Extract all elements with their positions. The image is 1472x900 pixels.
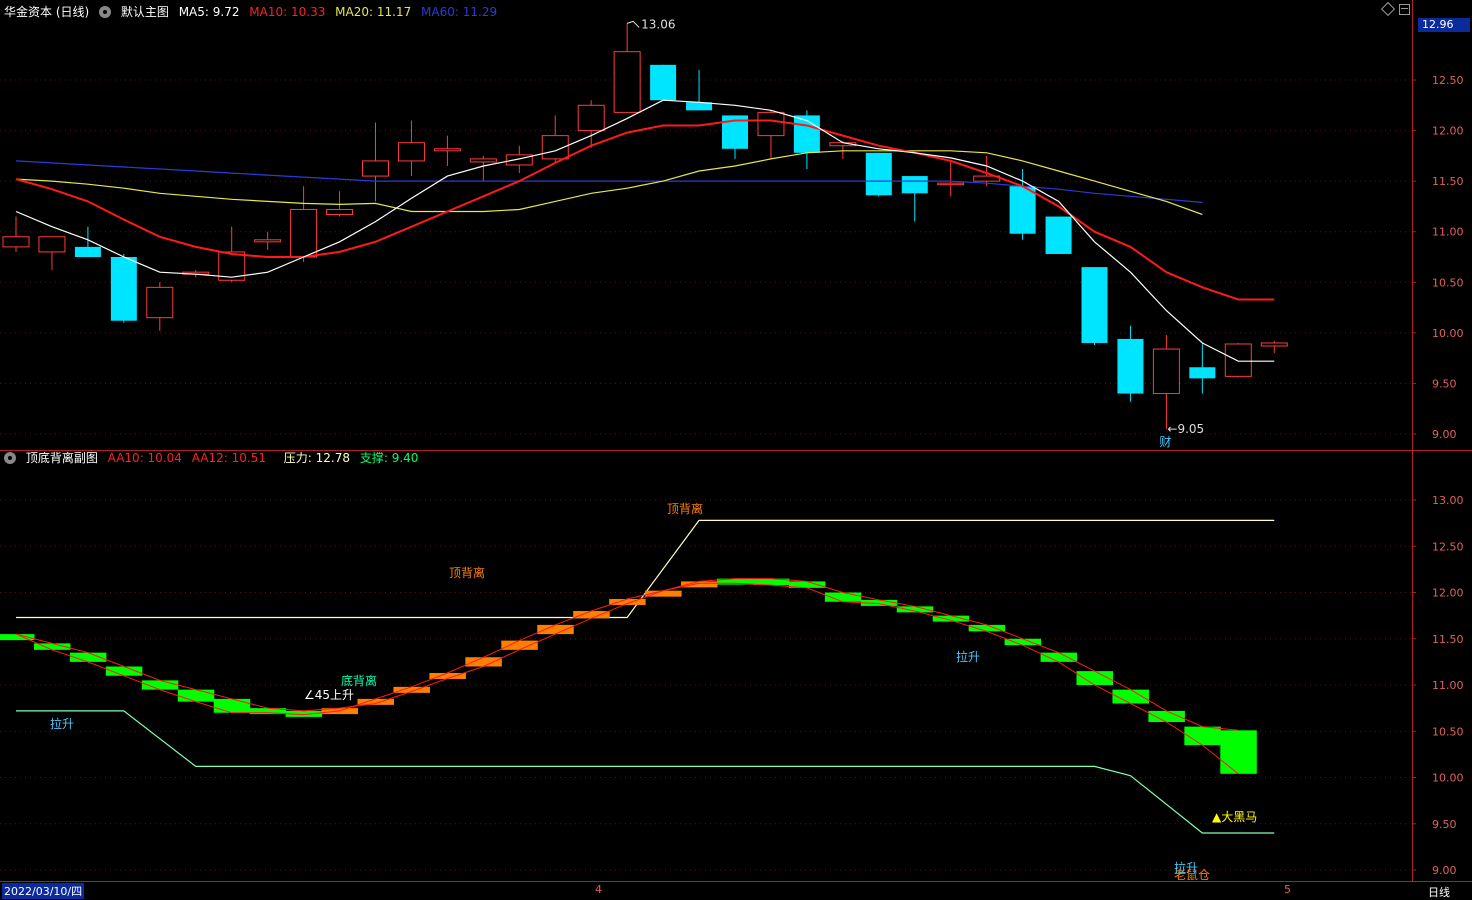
candle-body xyxy=(74,246,101,257)
aa12-value: AA12: 10.51 xyxy=(191,451,266,465)
band-block xyxy=(357,698,394,705)
candle-body xyxy=(254,239,282,243)
gear-icon[interactable] xyxy=(4,452,16,464)
price-tick-label: 11.00 xyxy=(1432,679,1464,692)
rat-warehouse-label: 老鼠仓 xyxy=(1174,868,1210,882)
candle-body xyxy=(613,51,641,113)
current-price-tag: 12.96 xyxy=(1418,18,1470,32)
candle-body xyxy=(362,160,389,177)
candle-body xyxy=(290,208,318,258)
band-block xyxy=(465,657,502,667)
price-tick-label: 10.50 xyxy=(1432,725,1464,738)
candle-body xyxy=(146,286,174,319)
price-tick-label: 10.00 xyxy=(1432,772,1464,785)
sub-title[interactable]: 顶底背离副图 xyxy=(26,451,98,465)
candle-body xyxy=(757,111,785,137)
price-tick-label: 9.50 xyxy=(1432,377,1457,390)
price-tick-label: 9.00 xyxy=(1432,428,1457,441)
band-block xyxy=(213,698,251,713)
price-tick-label: 12.00 xyxy=(1432,125,1464,138)
aa10-value: AA10: 10.04 xyxy=(107,451,182,465)
price-tick-label: 10.00 xyxy=(1432,327,1464,340)
top-divergence-label: 顶背离 xyxy=(449,565,485,580)
ma20-value: MA20: 11.17 xyxy=(335,5,412,19)
candle-body xyxy=(469,158,497,163)
big-dark-horse-label: ▲大黑马 xyxy=(1212,810,1257,824)
band-block xyxy=(177,689,215,702)
candle-body xyxy=(2,236,30,248)
price-tick-label: 11.00 xyxy=(1432,226,1464,239)
candle-body xyxy=(1045,216,1072,254)
price-tick-label: 12.00 xyxy=(1432,587,1464,600)
minimize-icon[interactable] xyxy=(1399,4,1410,15)
band-block xyxy=(501,640,538,650)
candle-body xyxy=(1152,348,1180,395)
candle-body xyxy=(577,104,605,132)
support-value: 支撑: 9.40 xyxy=(359,451,419,465)
band-block xyxy=(573,611,610,619)
candle-body xyxy=(937,182,965,186)
high-price-label: 13.06 xyxy=(641,17,675,31)
finance-marker: 财 xyxy=(1159,435,1171,449)
main-chart-header: 华金资本 (日线) 默认主图 MA5: 9.72 MA10: 10.33 MA2… xyxy=(4,3,503,21)
stock-title[interactable]: 华金资本 (日线) xyxy=(4,5,89,19)
month-tick-5: 5 xyxy=(1284,883,1291,896)
bottom-divergence-label: 底背离 xyxy=(341,673,377,688)
top-divergence-label: 顶背离 xyxy=(667,501,703,516)
rise-45-label: ∠45上升 xyxy=(304,688,354,702)
band-block xyxy=(1220,730,1257,774)
aa10-line xyxy=(15,582,1239,775)
candle-body xyxy=(433,148,461,152)
pressure-value: 压力: 12.78 xyxy=(283,451,351,465)
candle-body xyxy=(1224,343,1252,377)
candle-body xyxy=(38,236,66,253)
price-tick-label: 9.50 xyxy=(1432,818,1457,831)
candle-body xyxy=(1189,367,1216,379)
candle-body xyxy=(397,142,425,162)
price-tick-label: 12.50 xyxy=(1432,74,1464,87)
candle-body xyxy=(110,257,137,321)
high-arrow xyxy=(626,20,640,28)
price-tick-label: 13.00 xyxy=(1432,494,1464,507)
candle-body xyxy=(650,64,677,101)
template-name[interactable]: 默认主图 xyxy=(121,5,169,19)
candle-body xyxy=(326,208,354,216)
sub-chart-header: 顶底背离副图 AA10: 10.04 AA12: 10.51 压力: 12.78… xyxy=(4,449,424,467)
month-tick-4: 4 xyxy=(595,883,602,896)
candle-body xyxy=(1009,186,1036,234)
price-tick-label: 10.50 xyxy=(1432,276,1464,289)
price-tick-label: 12.50 xyxy=(1432,540,1464,553)
band-block xyxy=(609,598,646,605)
candle-body xyxy=(901,176,928,194)
pull-up-label: 拉升 xyxy=(50,716,74,731)
low-price-label: ←9.05 xyxy=(1167,422,1204,436)
band-block xyxy=(1040,652,1078,662)
band-block xyxy=(1184,726,1221,746)
price-tick-label: 11.50 xyxy=(1432,633,1464,646)
ma10-value: MA10: 10.33 xyxy=(249,5,326,19)
cursor-date: 2022/03/10/四 xyxy=(2,883,85,899)
candle-body xyxy=(1260,342,1288,347)
support-line xyxy=(16,710,1275,834)
candle-body xyxy=(1081,267,1108,343)
price-tick-label: 11.50 xyxy=(1432,175,1464,188)
ma60-value: MA60: 11.29 xyxy=(421,5,498,19)
price-tick-label: 9.00 xyxy=(1432,864,1457,877)
ma5-value: MA5: 9.72 xyxy=(178,5,240,19)
gear-icon[interactable] xyxy=(99,6,112,18)
candle-body xyxy=(1117,338,1144,394)
candle-body xyxy=(865,152,892,196)
pull-up-label: 拉升 xyxy=(956,649,980,664)
band-block xyxy=(537,624,574,635)
